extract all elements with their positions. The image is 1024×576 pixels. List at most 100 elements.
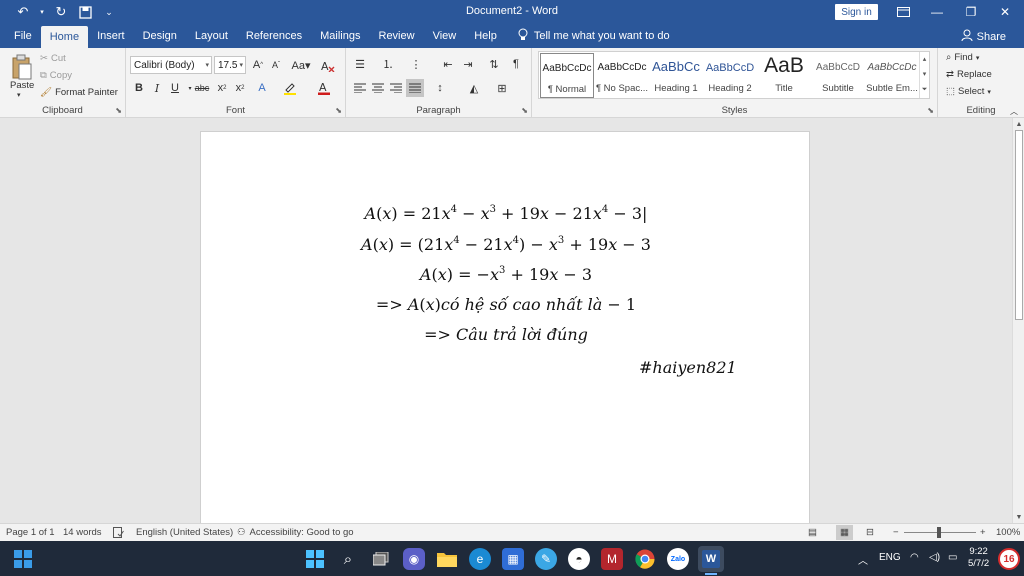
scrollbar-thumb[interactable] xyxy=(1015,130,1023,320)
redo-icon[interactable]: ↻ xyxy=(52,3,70,21)
clear-formatting-icon[interactable]: A xyxy=(320,57,336,73)
tab-file[interactable]: File xyxy=(0,24,41,48)
style-subtle-emphasis[interactable]: AaBbCcDc Subtle Em... xyxy=(865,53,919,98)
style-no-spacing[interactable]: AaBbCcDc ¶ No Spac... xyxy=(595,53,649,98)
file-explorer-icon[interactable] xyxy=(436,548,458,570)
paragraph-launcher-icon[interactable]: ⬊ xyxy=(521,106,528,115)
github-icon[interactable]: ◓ xyxy=(568,548,590,570)
task-view-icon[interactable] xyxy=(370,548,392,570)
style-subtitle[interactable]: AaBbCcD Subtitle xyxy=(811,53,865,98)
zoom-slider-thumb[interactable] xyxy=(937,527,941,538)
paste-icon[interactable] xyxy=(10,54,34,80)
accessibility-status[interactable]: ⚇ Accessibility: Good to go xyxy=(237,527,354,538)
search-icon[interactable]: ⌕ xyxy=(337,548,359,570)
grow-font-icon[interactable]: A ^ xyxy=(250,57,266,73)
find-button[interactable]: ⌕ Find ▾ xyxy=(946,52,979,63)
tab-layout[interactable]: Layout xyxy=(186,24,237,48)
superscript-icon[interactable]: x2 xyxy=(232,80,248,96)
vertical-scrollbar[interactable]: ▲ ▼ xyxy=(1012,118,1024,523)
align-left-icon[interactable] xyxy=(352,80,368,96)
underline-icon[interactable]: U xyxy=(167,80,183,96)
notification-badge[interactable]: 16 xyxy=(998,548,1020,570)
sign-in-button[interactable]: Sign in xyxy=(835,4,878,20)
battery-icon[interactable]: ▭ xyxy=(948,552,957,563)
chrome-icon[interactable] xyxy=(634,548,656,570)
style-title[interactable]: AaB Title xyxy=(757,53,811,98)
web-layout-icon[interactable]: ⊟ xyxy=(866,527,874,538)
select-button[interactable]: ⬚ Select ▾ xyxy=(946,86,991,97)
cut-button[interactable]: ✂ Cut xyxy=(40,53,66,64)
show-hidden-icons[interactable]: ︿ xyxy=(858,552,868,567)
app-icon[interactable]: ✎ xyxy=(535,548,557,570)
text-effects-icon[interactable]: A xyxy=(254,80,270,96)
wifi-icon[interactable]: ◠ xyxy=(910,552,919,563)
save-icon[interactable] xyxy=(76,3,94,21)
strikethrough-icon[interactable]: abc xyxy=(194,80,210,96)
volume-icon[interactable]: ◁) xyxy=(929,552,940,563)
subscript-icon[interactable]: x2 xyxy=(214,80,230,96)
increase-indent-icon[interactable]: ⇥ xyxy=(460,56,476,72)
word-taskbar-button[interactable]: W xyxy=(698,546,724,572)
zoom-out-icon[interactable]: − xyxy=(893,527,899,538)
tab-mailings[interactable]: Mailings xyxy=(311,24,369,48)
ribbon-display-options-icon[interactable] xyxy=(886,0,920,24)
restore-button[interactable]: ❐ xyxy=(954,0,988,24)
align-right-icon[interactable] xyxy=(388,80,404,96)
align-center-icon[interactable] xyxy=(370,80,386,96)
share-button[interactable]: Share xyxy=(961,29,1006,44)
justify-icon[interactable] xyxy=(406,79,424,97)
font-family-select[interactable]: Calibri (Body) ▾ xyxy=(130,56,212,74)
numbering-icon[interactable]: ⒈ xyxy=(380,56,396,72)
bullets-icon[interactable]: ☰ xyxy=(352,56,368,72)
tab-references[interactable]: References xyxy=(237,24,311,48)
sort-icon[interactable]: ⇅ xyxy=(486,56,502,72)
bold-icon[interactable]: B xyxy=(131,80,147,96)
copy-button[interactable]: ⧉ Copy xyxy=(40,70,72,81)
tell-me-search[interactable]: Tell me what you want to do xyxy=(506,24,670,48)
collapse-ribbon-icon[interactable]: ︿ xyxy=(1010,106,1018,117)
styles-scroll[interactable]: ▴ ▾ ⏷ xyxy=(919,52,929,98)
shading-icon[interactable]: ◭ xyxy=(466,80,482,96)
page-count[interactable]: Page 1 of 1 xyxy=(6,527,55,538)
paste-button[interactable]: Paste xyxy=(10,80,34,91)
zoom-level[interactable]: 100% xyxy=(996,527,1020,538)
tab-insert[interactable]: Insert xyxy=(88,24,134,48)
decrease-indent-icon[interactable]: ⇤ xyxy=(440,56,456,72)
document-page[interactable]: A(x) = 21x4 − x3 + 19x − 21x4 − 3| A(x) … xyxy=(200,131,810,531)
tab-view[interactable]: View xyxy=(424,24,466,48)
store-icon[interactable]: ▦ xyxy=(502,548,524,570)
tab-home[interactable]: Home xyxy=(40,26,89,48)
language-status[interactable]: English (United States) xyxy=(136,527,233,538)
close-button[interactable]: ✕ xyxy=(988,0,1022,24)
start-icon[interactable] xyxy=(12,548,34,570)
tab-design[interactable]: Design xyxy=(134,24,186,48)
focus-mode-icon[interactable]: ▤ xyxy=(808,527,817,538)
word-count[interactable]: 14 words xyxy=(63,527,102,538)
undo-dropdown-icon[interactable]: ▾ xyxy=(38,3,46,21)
scroll-up-icon[interactable]: ▲ xyxy=(1013,118,1024,130)
print-layout-icon[interactable]: ▦ xyxy=(836,525,853,540)
font-size-select[interactable]: 17.5 ▾ xyxy=(214,56,246,74)
minimize-button[interactable]: — xyxy=(920,0,954,24)
style-heading-2[interactable]: AaBbCcD Heading 2 xyxy=(703,53,757,98)
font-launcher-icon[interactable]: ⬊ xyxy=(335,106,342,115)
paste-dropdown-icon[interactable]: ▾ xyxy=(17,91,21,99)
highlight-color-icon[interactable] xyxy=(282,80,298,96)
style-heading-1[interactable]: AaBbCc Heading 1 xyxy=(649,53,703,98)
styles-launcher-icon[interactable]: ⬊ xyxy=(927,106,934,115)
format-painter-button[interactable]: 🖌 Format Painter xyxy=(40,87,118,98)
tab-help[interactable]: Help xyxy=(465,24,506,48)
chat-icon[interactable]: ◉ xyxy=(403,548,425,570)
windows-start-icon[interactable] xyxy=(304,548,326,570)
borders-icon[interactable]: ⊞ xyxy=(494,80,510,96)
font-color-icon[interactable]: A xyxy=(316,80,332,96)
scroll-down-icon[interactable]: ▼ xyxy=(1013,511,1024,523)
change-case-icon[interactable]: Aa▾ xyxy=(290,57,312,73)
shrink-font-icon[interactable]: Aˇ xyxy=(268,57,284,73)
show-formatting-icon[interactable]: ¶ xyxy=(508,56,524,72)
input-language[interactable]: ENG xyxy=(879,552,901,563)
clock[interactable]: 9:22 5/7/2 xyxy=(968,546,989,570)
customize-qat-icon[interactable]: ⌄ xyxy=(100,3,118,21)
zalo-icon[interactable]: Zalo xyxy=(667,548,689,570)
proofing-icon[interactable] xyxy=(113,527,124,538)
